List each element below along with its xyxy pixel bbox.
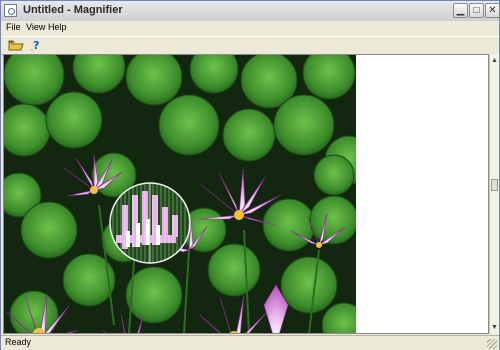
status-text: Ready bbox=[5, 337, 32, 347]
magnifier-window: Untitled - Magnifier ▁ □ ✕ File View Hel… bbox=[0, 0, 500, 350]
open-folder-icon[interactable] bbox=[8, 38, 24, 52]
image-client-area[interactable] bbox=[3, 54, 489, 334]
menu-file[interactable]: File bbox=[6, 22, 21, 32]
title-bar[interactable]: Untitled - Magnifier ▁ □ ✕ bbox=[1, 1, 500, 22]
resize-grip-icon[interactable] bbox=[487, 339, 497, 349]
menu-view[interactable]: View bbox=[26, 22, 45, 32]
vertical-scrollbar[interactable]: ▲ ▼ bbox=[489, 54, 499, 334]
toolbar: ? bbox=[1, 36, 499, 55]
menu-help[interactable]: Help bbox=[48, 22, 67, 32]
scroll-thumb[interactable] bbox=[491, 179, 498, 191]
scroll-up-arrow-icon[interactable]: ▲ bbox=[490, 56, 499, 65]
maximize-button[interactable]: □ bbox=[469, 3, 484, 18]
magnifier-lens[interactable] bbox=[109, 182, 191, 264]
scroll-down-arrow-icon[interactable]: ▼ bbox=[490, 323, 499, 332]
water-lilies-image bbox=[4, 55, 356, 333]
svg-text:?: ? bbox=[33, 39, 39, 52]
close-button[interactable]: ✕ bbox=[485, 3, 500, 18]
minimize-button[interactable]: ▁ bbox=[453, 3, 468, 18]
menu-bar: File View Help bbox=[1, 21, 499, 36]
status-bar: Ready bbox=[1, 335, 499, 350]
window-title: Untitled - Magnifier bbox=[23, 4, 123, 16]
magnifier-app-icon bbox=[4, 4, 17, 17]
help-icon[interactable]: ? bbox=[28, 38, 44, 52]
